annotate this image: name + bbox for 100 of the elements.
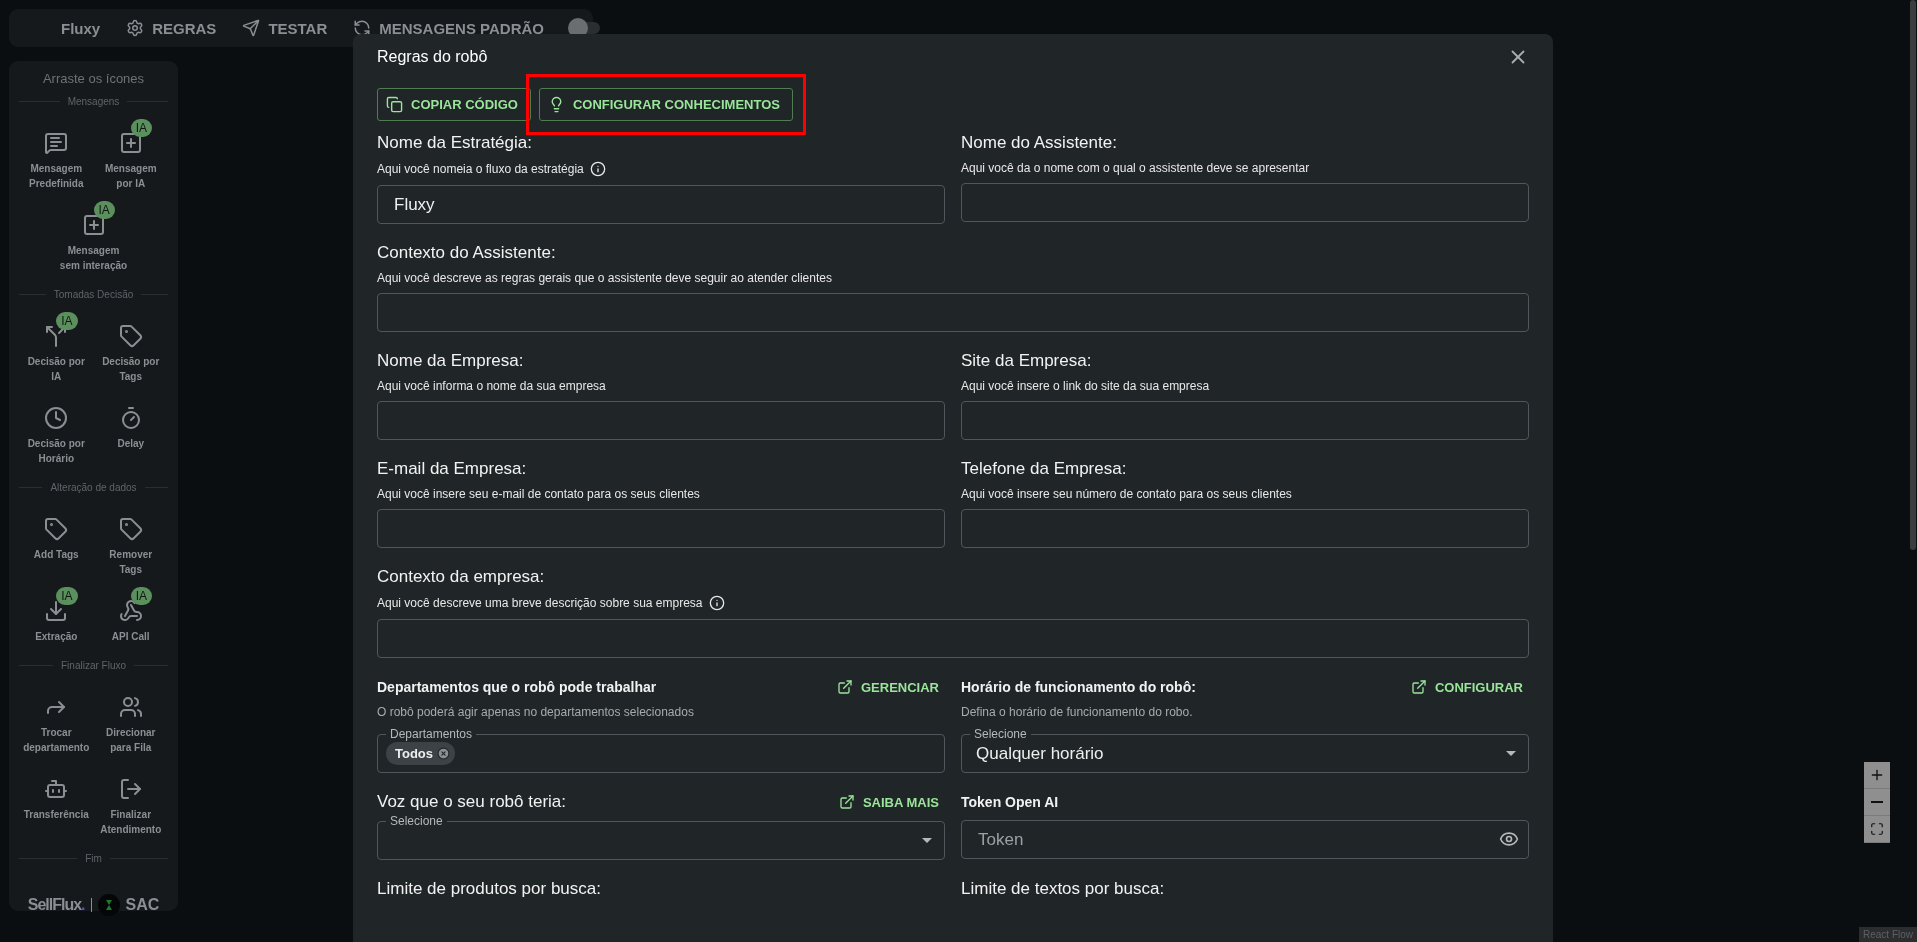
zoom-in-button[interactable] <box>1864 762 1890 789</box>
input-field[interactable] <box>961 509 1529 548</box>
info-icon[interactable] <box>589 161 606 177</box>
group-icon <box>118 695 143 719</box>
ai-badge: IA <box>56 312 78 330</box>
nav-button[interactable]: MENSAGENS PADRÃO <box>353 19 544 37</box>
node-label: Trocar departamento <box>22 726 91 755</box>
node-label: Remover Tags <box>108 548 154 577</box>
node-item[interactable]: Mensagem Predefinida <box>19 119 94 191</box>
settings-icon <box>126 19 145 37</box>
node-label: Add Tags <box>33 548 79 562</box>
field-legend: Selecione <box>386 814 447 828</box>
plus-square-icon <box>81 213 106 237</box>
info-icon[interactable] <box>708 595 725 611</box>
nav-button[interactable]: TESTAR <box>242 19 328 37</box>
webhook-icon <box>118 599 143 623</box>
ai-badge: IA <box>130 587 153 605</box>
fit-view-button[interactable] <box>1864 816 1890 843</box>
node-item[interactable]: Trocar departamento <box>19 683 94 755</box>
node-label: Transferência <box>23 808 89 822</box>
input-field[interactable] <box>377 401 945 440</box>
tag-icon <box>118 517 143 541</box>
field-label: Nome da Empresa: <box>377 351 524 371</box>
fit-view-icon <box>1870 822 1884 836</box>
sidebar-title: Arraste os ícones <box>42 71 145 86</box>
link[interactable]: CONFIGURAR <box>1410 679 1523 695</box>
exit-icon <box>118 777 143 801</box>
node-label: Decisão por IA <box>26 355 86 384</box>
input-field[interactable] <box>377 619 1529 658</box>
tag-icon <box>118 324 143 348</box>
link[interactable]: GERENCIAR <box>837 679 939 695</box>
ai-badge: IA <box>56 587 78 605</box>
node-item[interactable]: Decisão por Tags <box>93 312 168 384</box>
node-label: Mensagem Predefinida <box>28 162 85 191</box>
flow-title: Fluxy <box>61 19 101 37</box>
section-title: Tomadas Decisão <box>19 289 168 300</box>
chip[interactable]: Todos <box>386 742 456 765</box>
node-item[interactable]: IA Mensagem sem interação <box>56 201 131 273</box>
input-field[interactable] <box>961 183 1529 222</box>
field-description: Aqui você insere seu número de contato para os seus clientes <box>961 487 1292 501</box>
node-label: Mensagem por IA <box>103 162 158 191</box>
node-label: Delay <box>117 437 145 451</box>
node-item[interactable]: IA Extração <box>19 587 94 644</box>
remove-icon <box>437 747 451 760</box>
plus-icon <box>1869 767 1885 783</box>
action-button[interactable]: CONFIGURAR CONHECIMENTOS <box>538 88 793 121</box>
node-item[interactable]: IA Mensagem por IA <box>93 119 168 191</box>
node-item[interactable]: Transferência <box>19 765 94 837</box>
node-item[interactable]: IA Decisão por IA <box>19 312 94 384</box>
link[interactable]: SAIBA MAIS <box>838 794 939 810</box>
node-label: Decisão por Tags <box>101 355 161 384</box>
node-item[interactable]: Remover Tags <box>93 505 168 577</box>
field-legend: Selecione <box>970 727 1031 741</box>
input-field[interactable] <box>377 293 1529 332</box>
section-title: Fim <box>19 853 168 864</box>
node-item[interactable]: Add Tags <box>19 505 94 577</box>
ai-badge: IA <box>130 119 153 137</box>
field-description: Aqui você informa o nome da sua empresa <box>377 379 606 393</box>
input-field[interactable] <box>961 401 1529 440</box>
field-label: Nome do Assistente: <box>961 133 1117 153</box>
field-label: E-mail da Empresa: <box>377 459 527 479</box>
node-item[interactable]: Direcionar para Fila <box>93 683 168 755</box>
scrollbar[interactable] <box>1910 0 1916 550</box>
field-description: Aqui você descreve as regras gerais que o assistente deve seguir ao atender clientes <box>377 271 832 285</box>
field-description: O robô poderá agir apenas no departamentos selecionados <box>377 705 694 719</box>
section-title: Finalizar Fluxo <box>19 660 168 671</box>
minus-icon <box>1871 801 1883 803</box>
node-item[interactable]: Decisão por Horário <box>19 394 94 466</box>
field-description: Aqui você nomeia o fluxo da estratégia <box>377 162 584 176</box>
clock-icon <box>44 406 69 430</box>
robot-icon <box>44 777 69 801</box>
node-label: API Call <box>111 630 150 644</box>
plus-square-icon <box>118 131 143 155</box>
action-button[interactable]: COPIAR CÓDIGO <box>377 88 531 121</box>
send-icon <box>242 19 261 37</box>
node-label: Mensagem sem interação <box>59 244 128 273</box>
external-link-icon <box>1410 679 1427 695</box>
nav-button[interactable]: REGRAS <box>126 19 217 37</box>
input-field[interactable] <box>377 509 945 548</box>
tag-icon <box>44 517 69 541</box>
node-item[interactable]: IA API Call <box>93 587 168 644</box>
field-description: Aqui você insere o link do site da sua empresa <box>961 379 1210 393</box>
field-label: Telefone da Empresa: <box>961 459 1127 479</box>
message-icon <box>44 131 69 155</box>
field-label: Voz que o seu robô teria: <box>377 792 567 812</box>
node-label: Direcionar para Fila <box>105 726 157 755</box>
hourglass-icon <box>97 894 120 916</box>
field-legend: Departamentos <box>386 727 477 741</box>
eye-icon[interactable] <box>1499 829 1519 849</box>
field-label: Contexto do Assistente: <box>377 243 556 263</box>
input-field[interactable]: Token <box>961 820 1529 859</box>
node-item[interactable]: Finalizar Atendimento <box>93 765 168 837</box>
node-item[interactable]: Delay <box>93 394 168 466</box>
field-label: Departamentos que o robô pode trabalhar <box>377 679 657 695</box>
field-label: Nome da Estratégia: <box>377 133 532 153</box>
input-field[interactable]: Fluxy <box>377 185 945 224</box>
field-description: Aqui você insere seu e-mail de contato para os seus clientes <box>377 487 700 501</box>
field-description: Defina o horário de funcionamento do robo. <box>961 705 1193 719</box>
field-label: Contexto da empresa: <box>377 567 545 587</box>
zoom-out-button[interactable] <box>1864 789 1890 816</box>
